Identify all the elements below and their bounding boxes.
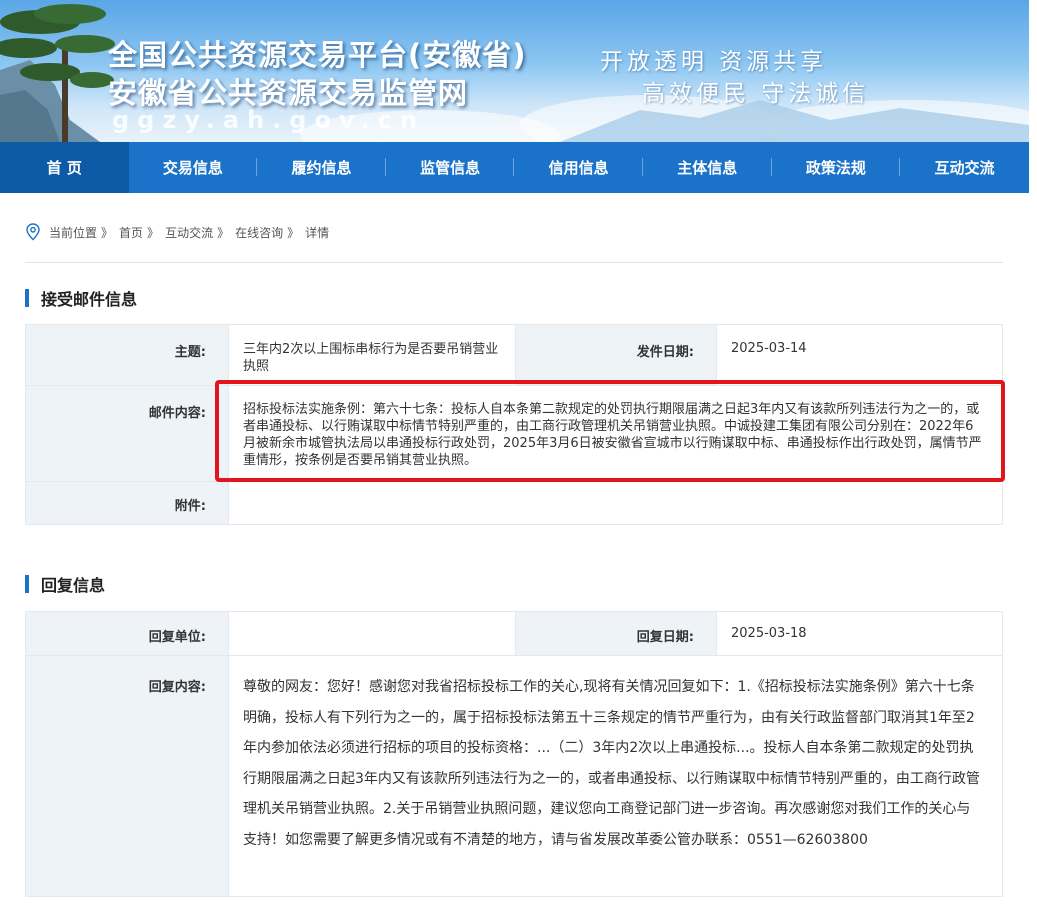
mail-subject-row: 主题: 三年内2次以上围标串标行为是否要吊销营业执照 发件日期: 2025-03… bbox=[26, 325, 1002, 386]
mail-attachment-row: 附件: bbox=[26, 482, 1002, 524]
attachment-value[interactable] bbox=[228, 482, 1002, 524]
send-date-value: 2025-03-14 bbox=[716, 325, 1002, 385]
slogan-line1: 开放透明 资源共享 bbox=[600, 49, 828, 75]
section-title-text: 回复信息 bbox=[41, 576, 106, 595]
nav-item-home[interactable]: 首 页 bbox=[0, 142, 129, 193]
mail-info-table: 主题: 三年内2次以上围标串标行为是否要吊销营业执照 发件日期: 2025-03… bbox=[25, 324, 1003, 525]
slogan-line2: 高效便民 守法诚信 bbox=[642, 81, 870, 107]
mail-section-title: 接受邮件信息 bbox=[25, 287, 137, 309]
breadcrumb-current-label: 当前位置 bbox=[49, 225, 98, 240]
nav-label: 监管信息 bbox=[420, 159, 481, 177]
reply-section-title: 回复信息 bbox=[25, 573, 105, 595]
location-pin-icon bbox=[26, 223, 40, 241]
nav-item-interaction[interactable]: 互动交流 bbox=[900, 142, 1029, 193]
nav-item-policy[interactable]: 政策法规 bbox=[772, 142, 901, 193]
section-accent-bar bbox=[25, 575, 29, 593]
nav-item-supervision-info[interactable]: 监管信息 bbox=[386, 142, 515, 193]
breadcrumb: 当前位置 》 首页 》 互动交流 》 在线咨询 》 详情 bbox=[25, 222, 333, 242]
breadcrumb-divider bbox=[25, 262, 1003, 263]
nav-label: 互动交流 bbox=[934, 159, 995, 177]
header-banner: 全国公共资源交易平台(安徽省) 安徽省公共资源交易监管网 ggzy.ah.gov… bbox=[0, 0, 1029, 142]
breadcrumb-home[interactable]: 首页 bbox=[119, 224, 143, 241]
mail-content-label: 邮件内容: bbox=[26, 386, 228, 481]
section-title-text: 接受邮件信息 bbox=[41, 290, 138, 309]
subject-value: 三年内2次以上围标串标行为是否要吊销营业执照 bbox=[228, 325, 515, 385]
nav-label: 首 页 bbox=[46, 159, 82, 177]
reply-date-value: 2025-03-18 bbox=[716, 612, 1002, 655]
breadcrumb-online-consult[interactable]: 在线咨询 bbox=[235, 224, 283, 241]
nav-label: 履约信息 bbox=[291, 159, 352, 177]
breadcrumb-interaction[interactable]: 互动交流 bbox=[165, 224, 213, 241]
mail-content-row: 邮件内容: 招标投标法实施条例：第六十七条：投标人自本条第二款规定的处罚执行期限… bbox=[26, 386, 1002, 482]
nav-item-credit-info[interactable]: 信用信息 bbox=[514, 142, 643, 193]
site-title-line1: 全国公共资源交易平台(安徽省) bbox=[108, 38, 527, 72]
reply-date-label: 回复日期: bbox=[515, 612, 716, 655]
subject-label: 主题: bbox=[26, 325, 228, 385]
site-domain: ggzy.ah.gov.cn bbox=[112, 106, 426, 134]
reply-content-value: 尊敬的网友：您好！感谢您对我省招标投标工作的关心,现将有关情况回复如下：1.《招… bbox=[228, 656, 1002, 896]
reply-unit-row: 回复单位: 回复日期: 2025-03-18 bbox=[26, 612, 1002, 656]
breadcrumb-detail: 详情 bbox=[305, 225, 330, 240]
reply-unit-label: 回复单位: bbox=[26, 612, 228, 655]
reply-content-label: 回复内容: bbox=[26, 656, 228, 896]
nav-label: 交易信息 bbox=[162, 159, 223, 177]
breadcrumb-separator: 》 bbox=[101, 225, 114, 240]
reply-info-table: 回复单位: 回复日期: 2025-03-18 回复内容: 尊敬的网友：您好！感谢… bbox=[25, 611, 1003, 897]
breadcrumb-separator: 》 bbox=[217, 225, 230, 240]
nav-item-trade-info[interactable]: 交易信息 bbox=[129, 142, 258, 193]
page: 全国公共资源交易平台(安徽省) 安徽省公共资源交易监管网 ggzy.ah.gov… bbox=[0, 0, 1037, 919]
main-nav: 首 页 交易信息 履约信息 监管信息 信用信息 主体信息 政策法规 互动交流 bbox=[0, 142, 1029, 193]
nav-label: 政策法规 bbox=[805, 159, 866, 177]
mail-content-value: 招标投标法实施条例：第六十七条：投标人自本条第二款规定的处罚执行期限届满之日起3… bbox=[228, 386, 1002, 481]
breadcrumb-separator: 》 bbox=[287, 225, 300, 240]
nav-label: 信用信息 bbox=[548, 159, 609, 177]
nav-item-entity-info[interactable]: 主体信息 bbox=[643, 142, 772, 193]
attachment-label: 附件: bbox=[26, 482, 228, 524]
nav-label: 主体信息 bbox=[677, 159, 738, 177]
nav-item-performance-info[interactable]: 履约信息 bbox=[257, 142, 386, 193]
breadcrumb-separator: 》 bbox=[147, 225, 160, 240]
reply-unit-value bbox=[228, 612, 515, 655]
reply-content-row: 回复内容: 尊敬的网友：您好！感谢您对我省招标投标工作的关心,现将有关情况回复如… bbox=[26, 656, 1002, 896]
send-date-label: 发件日期: bbox=[515, 325, 716, 385]
section-accent-bar bbox=[25, 289, 29, 307]
